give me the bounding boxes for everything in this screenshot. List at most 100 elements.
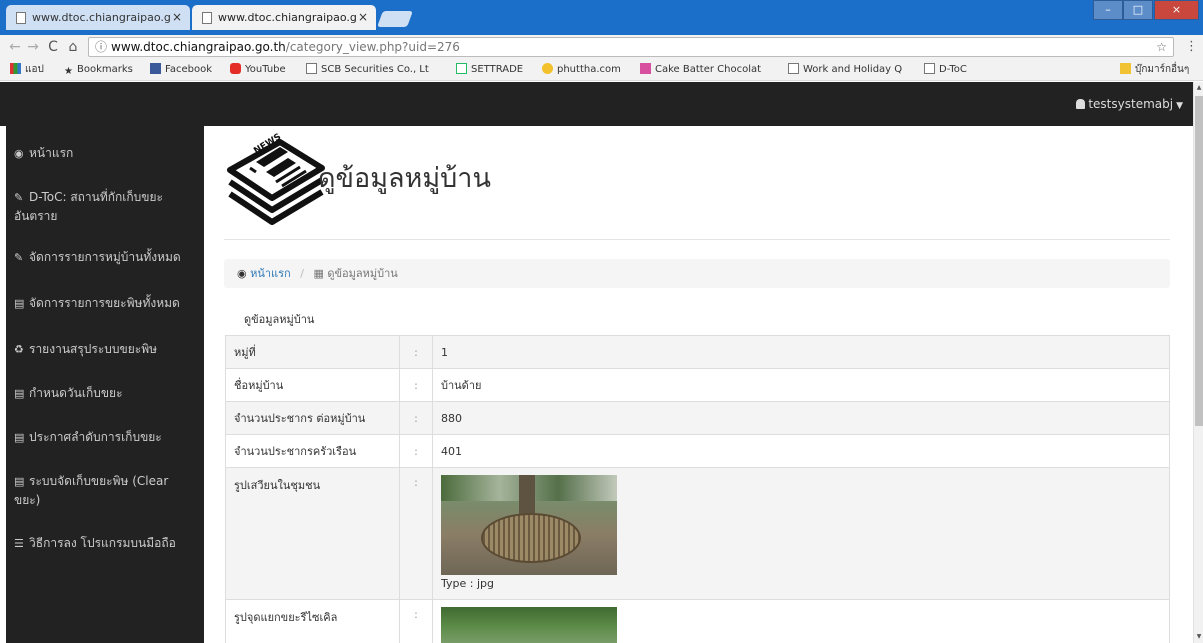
table-row: จำนวนประชากรครัวเรือน : 401 (225, 434, 1170, 468)
bookmark-phuttha[interactable]: phuttha.com (542, 59, 621, 80)
scroll-up-arrow-icon[interactable]: ▲ (1194, 82, 1203, 94)
wrench-icon: ✎ (14, 191, 24, 204)
sidebar-item-label: รายงานสรุประบบขยะพิษ (29, 342, 158, 356)
main-content: NEWS ดูข้อมูลหมู่บ้าน ◉ หน้าแรก / ▦ ดูข้… (204, 126, 1193, 643)
row-label: รูปเสวียนในชุมชน (225, 467, 400, 600)
breadcrumb-separator: / (300, 267, 304, 280)
table-row: รูปเสวียนในชุมชน : Type : jpg (225, 467, 1170, 600)
sidebar-item-clear-waste[interactable]: ▤ ระบบจัดเก็บขยะพิษ (Clear ขยะ) (14, 472, 196, 510)
bookmark-label: YouTube (245, 64, 286, 75)
newspaper-icon: ▤ (14, 475, 25, 488)
sidebar-item-mobile-guide[interactable]: ☰ วิธีการลง โปรแกรมบนมือถือ (14, 534, 196, 553)
forward-arrow-icon[interactable]: → (24, 37, 42, 57)
recycling-point-photo[interactable] (441, 607, 617, 643)
table-icon: ▦ (313, 267, 324, 280)
table-row: ชื่อหมู่บ้าน : บ้านด้าย (225, 368, 1170, 402)
sidebar-item-toxic-waste[interactable]: ▤ จัดการรายการขยะพิษทั้งหมด (14, 294, 196, 313)
bookmark-label: SCB Securities Co., Lt (321, 64, 429, 75)
breadcrumb: ◉ หน้าแรก / ▦ ดูข้อมูลหมู่บ้าน (224, 259, 1170, 288)
photo-bamboo-fence (481, 513, 581, 563)
sidebar-item-home[interactable]: ◉ หน้าแรก (14, 144, 196, 163)
sidebar-item-villages[interactable]: ✎ จัดการรายการหมู่บ้านทั้งหมด (14, 248, 196, 267)
row-value: 880 (432, 401, 1170, 435)
newspaper-icon: NEWS (227, 132, 325, 225)
row-value: 401 (432, 434, 1170, 468)
url-host: www.dtoc.chiangraipao.go.th (111, 40, 286, 54)
row-colon: : (399, 434, 433, 468)
sidebar-item-label: ประกาศลำดับการเก็บขยะ (29, 430, 162, 444)
village-info-table: หมู่ที่ : 1 ชื่อหมู่บ้าน : บ้านด้าย จำนว… (225, 335, 1170, 643)
window-minimize-button[interactable]: – (1093, 0, 1123, 20)
breadcrumb-home-link[interactable]: หน้าแรก (250, 267, 291, 280)
address-bar[interactable]: ⓘ www.dtoc.chiangraipao.go.th/category_vi… (88, 37, 1174, 57)
bookmark-label: phuttha.com (557, 64, 621, 75)
new-tab-button[interactable] (377, 11, 413, 27)
bookmark-cake[interactable]: Cake Batter Chocolat (640, 59, 761, 80)
user-icon (1076, 99, 1086, 109)
sidebar-item-schedule[interactable]: ▤ กำหนดวันเก็บขยะ (14, 384, 196, 403)
scroll-down-arrow-icon[interactable]: ▼ (1194, 631, 1203, 643)
bookmark-label: บุ๊กมาร์กอื่นๆ (1135, 64, 1190, 75)
page-scrollbar[interactable]: ▲ ▼ (1193, 82, 1203, 643)
table-row: รูปจุดแยกขยะรีไซเคิล : (225, 599, 1170, 643)
site-info-icon[interactable]: ⓘ (95, 40, 107, 54)
row-label: รูปจุดแยกขยะรีไซเคิล (225, 599, 400, 643)
cake-icon (640, 63, 651, 74)
bookmark-label: Bookmarks (76, 64, 133, 75)
bookmark-settrade[interactable]: SETTRADE (456, 59, 523, 80)
row-label: จำนวนประชากร ต่อหมู่บ้าน (225, 401, 400, 435)
dashboard-icon: ◉ (237, 267, 247, 280)
bookmark-scb[interactable]: SCB Securities Co., Lt (306, 59, 429, 80)
sidebar-item-announcement[interactable]: ▤ ประกาศลำดับการเก็บขยะ (14, 428, 196, 447)
user-dropdown[interactable]: testsystemabj ▼ (1076, 94, 1183, 116)
newspaper-icon: ▤ (14, 431, 25, 444)
browser-tab-inactive[interactable]: www.dtoc.chiangraipao.g × (6, 5, 190, 30)
username: testsystemabj (1088, 97, 1174, 111)
wrench-icon: ✎ (14, 251, 24, 264)
sidebar-item-label: D-ToC: สถานที่กักเก็บขยะอันตราย (14, 190, 163, 223)
phuttha-icon (542, 63, 553, 74)
bookmark-bookmarks[interactable]: ★ Bookmarks (64, 59, 133, 80)
window-close-button[interactable]: × (1154, 0, 1199, 20)
bookmark-apps[interactable]: แอป (10, 59, 44, 80)
bookmark-dtoc[interactable]: D-ToC (924, 59, 967, 80)
sidebar-item-label: จัดการรายการขยะพิษทั้งหมด (29, 296, 180, 310)
bookmark-work-holiday[interactable]: Work and Holiday Q (788, 59, 903, 80)
sidebar-item-label: จัดการรายการหมู่บ้านทั้งหมด (29, 250, 181, 264)
sidebar-item-dtoc-storage[interactable]: ✎ D-ToC: สถานที่กักเก็บขยะอันตราย (14, 188, 196, 226)
bookmark-label: Work and Holiday Q (803, 64, 903, 75)
browser-tab-active[interactable]: www.dtoc.chiangraipao.g × (192, 5, 376, 30)
row-value (432, 599, 1170, 643)
sidebar-item-label: วิธีการลง โปรแกรมบนมือถือ (29, 536, 176, 550)
image-type-label: Type : jpg (441, 577, 494, 590)
bookmark-facebook[interactable]: Facebook (150, 59, 212, 80)
row-value: บ้านด้าย (432, 368, 1170, 402)
folder-icon (1120, 63, 1131, 74)
page-favicon-icon (16, 12, 26, 24)
window-maximize-button[interactable]: □ (1123, 0, 1153, 20)
tab-close-icon[interactable]: × (358, 5, 368, 30)
bookmark-youtube[interactable]: YouTube (230, 59, 286, 80)
row-colon: : (399, 467, 433, 600)
compost-bin-photo[interactable] (441, 475, 617, 575)
table-row: หมู่ที่ : 1 (225, 335, 1170, 369)
list-icon: ☰ (14, 537, 24, 550)
row-colon: : (399, 368, 433, 402)
newspaper-icon: ▤ (14, 387, 25, 400)
sidebar-item-report[interactable]: ♻ รายงานสรุประบบขยะพิษ (14, 340, 196, 359)
dashboard-icon: ◉ (14, 147, 24, 160)
back-arrow-icon[interactable]: ← (6, 37, 24, 57)
bookmark-star-icon[interactable]: ☆ (1156, 38, 1167, 56)
bookmark-other[interactable]: บุ๊กมาร์กอื่นๆ (1120, 59, 1190, 80)
browser-menu-icon[interactable]: ⋮ (1185, 37, 1198, 57)
sidebar-item-label: ระบบจัดเก็บขยะพิษ (Clear ขยะ) (14, 474, 169, 507)
tab-label: www.dtoc.chiangraipao.g (32, 11, 171, 24)
reload-icon[interactable]: C (44, 37, 62, 57)
scroll-thumb[interactable] (1195, 96, 1203, 426)
bookmark-label: แอป (25, 64, 44, 75)
newspaper-icon: ▤ (14, 297, 25, 310)
tab-close-icon[interactable]: × (172, 5, 182, 30)
home-icon[interactable]: ⌂ (64, 37, 82, 57)
recycle-icon: ♻ (14, 343, 24, 356)
bookmark-label: D-ToC (939, 64, 967, 75)
